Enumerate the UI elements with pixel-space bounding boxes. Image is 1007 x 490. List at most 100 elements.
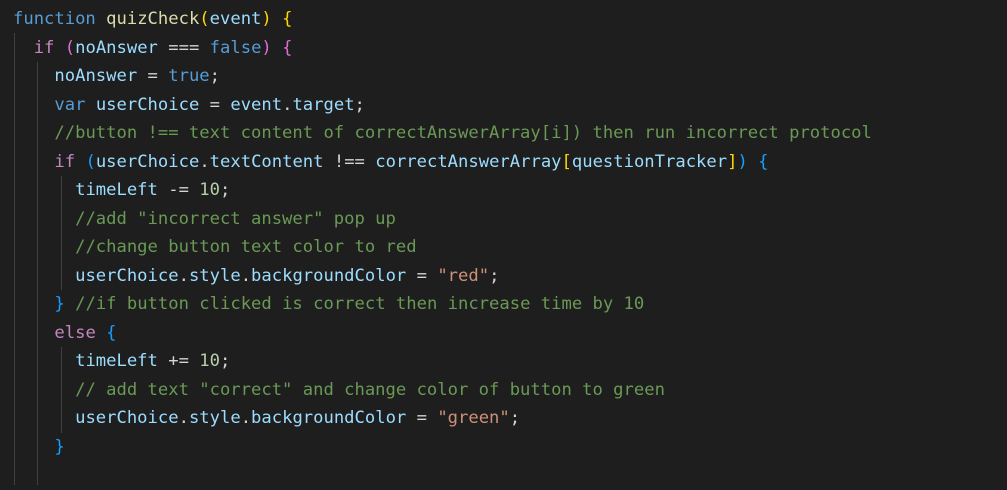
code-line[interactable]: var userChoice = event.target;	[13, 91, 1007, 120]
code-token: )	[737, 151, 748, 172]
code-token: style	[188, 408, 241, 428]
code-line[interactable]: noAnswer = true;	[13, 62, 1007, 91]
code-token: ;	[509, 408, 521, 428]
code-token: function	[13, 9, 96, 29]
code-token: {	[758, 151, 769, 172]
code-token: event	[209, 9, 262, 29]
code-token: ;	[209, 66, 221, 86]
code-token: =	[199, 94, 231, 115]
code-token: "green"	[437, 408, 510, 428]
code-token: +=	[157, 351, 200, 371]
code-token: {	[282, 9, 293, 29]
code-token: event	[230, 94, 283, 115]
code-token: //if button clicked is correct then incr…	[75, 294, 645, 314]
code-token: [	[561, 151, 572, 172]
code-token: (	[64, 37, 76, 58]
code-token: .	[199, 151, 210, 172]
code-token: =	[406, 265, 438, 286]
code-token: 10	[199, 351, 220, 371]
code-token: }	[54, 294, 65, 314]
code-token: =	[137, 66, 169, 86]
code-token: noAnswer	[54, 66, 138, 86]
code-token: correctAnswerArray	[375, 151, 562, 172]
code-token: (	[199, 9, 210, 29]
code-token: quizCheck	[106, 9, 200, 29]
code-token: //add "incorrect answer" pop up	[75, 208, 396, 229]
code-token: .	[178, 408, 189, 428]
code-token: backgroundColor	[251, 408, 407, 428]
code-line[interactable]: }	[13, 433, 1007, 462]
code-token: var	[54, 94, 86, 115]
code-token: if	[33, 37, 55, 58]
code-line[interactable]	[13, 461, 1007, 490]
code-token: !==	[323, 151, 376, 172]
code-token: questionTracker	[571, 151, 728, 172]
code-token: userChoice	[95, 94, 200, 115]
code-token: userChoice	[95, 151, 200, 172]
code-token: ===	[157, 37, 210, 58]
code-token: 10	[199, 180, 220, 200]
code-token: if	[54, 151, 76, 172]
code-line[interactable]: timeLeft -= 10;	[13, 176, 1007, 205]
code-line[interactable]: //add "incorrect answer" pop up	[13, 205, 1007, 234]
code-token: style	[188, 265, 241, 286]
code-token: //change button text color to red	[75, 237, 417, 257]
code-lines: function quizCheck(event) { if (noAnswer…	[13, 5, 1007, 490]
code-token: {	[106, 322, 117, 343]
code-token: userChoice	[75, 265, 179, 286]
code-token: ;	[220, 351, 231, 371]
code-line[interactable]: userChoice.style.backgroundColor = "gree…	[13, 404, 1007, 433]
code-token: ]	[727, 151, 738, 172]
code-token: "red"	[437, 265, 490, 286]
code-line[interactable]: //button !== text content of correctAnsw…	[13, 119, 1007, 148]
code-token: (	[85, 151, 96, 172]
code-token: textContent	[209, 151, 324, 172]
code-line[interactable]: timeLeft += 10;	[13, 347, 1007, 376]
code-line[interactable]: //change button text color to red	[13, 233, 1007, 262]
code-line[interactable]: function quizCheck(event) {	[13, 5, 1007, 34]
code-token: -=	[157, 180, 200, 200]
code-line[interactable]: // add text "correct" and change color o…	[13, 376, 1007, 405]
code-token: target	[292, 94, 355, 115]
code-token: noAnswer	[75, 37, 158, 58]
code-token: false	[209, 37, 262, 58]
code-line[interactable]: if (noAnswer === false) {	[13, 34, 1007, 63]
code-token: {	[282, 37, 293, 58]
code-editor[interactable]: function quizCheck(event) { if (noAnswer…	[0, 0, 1007, 485]
code-token: .	[282, 94, 293, 115]
code-token: )	[261, 9, 272, 29]
code-token: .	[240, 265, 252, 286]
code-token: backgroundColor	[251, 265, 407, 286]
code-line[interactable]: } //if button clicked is correct then in…	[13, 290, 1007, 319]
code-token: userChoice	[75, 408, 179, 428]
code-token: timeLeft	[75, 351, 158, 371]
code-token: ;	[220, 180, 231, 200]
code-line[interactable]: userChoice.style.backgroundColor = "red"…	[13, 262, 1007, 291]
code-line[interactable]: else {	[13, 319, 1007, 348]
code-token: ;	[354, 94, 365, 115]
code-token: .	[178, 265, 189, 286]
code-line[interactable]: if (userChoice.textContent !== correctAn…	[13, 148, 1007, 177]
